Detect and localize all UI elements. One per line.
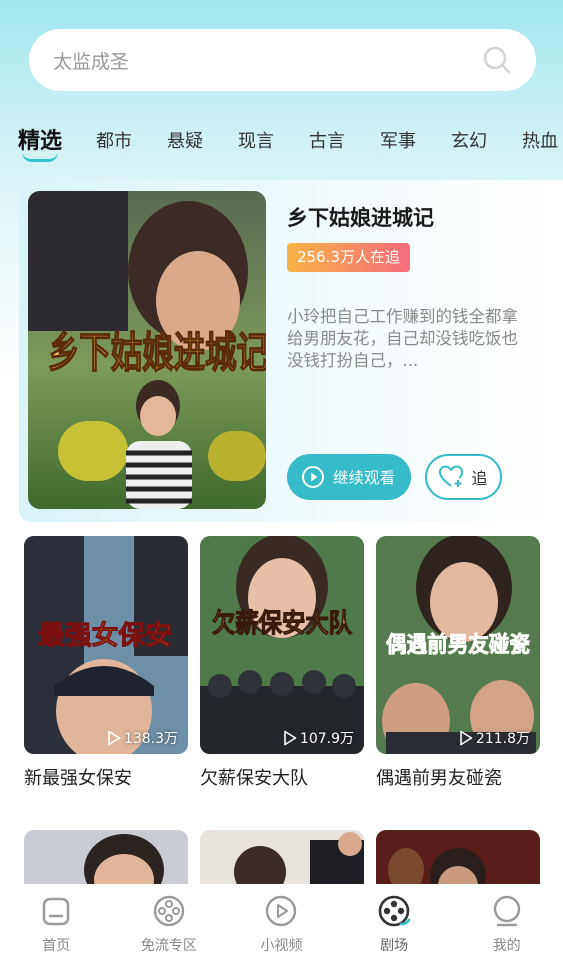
show-poster-image <box>200 830 364 884</box>
show-poster-image <box>376 830 540 884</box>
tab-jingxuan[interactable]: 精选 <box>18 120 62 162</box>
show-poster[interactable] <box>376 830 540 884</box>
show-poster-image: 最强女保安 <box>24 536 188 754</box>
nav-theater[interactable]: 剧场 <box>338 894 450 955</box>
show-poster-text: 欠薪保安大队 <box>212 608 353 638</box>
follow-button[interactable]: 追 <box>425 454 502 500</box>
show-card[interactable] <box>24 830 188 884</box>
bottom-nav: 首页 免流专区 小视频 剧场 我的 <box>0 884 563 968</box>
show-poster-text: 偶遇前男友碰瓷 <box>386 632 530 657</box>
play-count-icon <box>460 730 473 746</box>
tab-xianyan[interactable]: 现言 <box>238 120 274 153</box>
profile-icon <box>493 895 520 927</box>
featured-poster[interactable]: 乡下姑娘进城记 <box>28 191 266 509</box>
play-icon <box>302 466 324 488</box>
film-reel-icon <box>153 895 185 927</box>
featured-poster-image: 乡下姑娘进城记 <box>28 191 266 509</box>
theater-icon <box>378 895 411 927</box>
show-poster-image: 偶遇前男友碰瓷 <box>376 536 540 754</box>
nav-home[interactable]: 首页 <box>0 894 112 955</box>
featured-description: 小玲把自己工作赚到的钱全都拿给男朋友花，自己却没钱吃饭也没钱打扮自己，... <box>287 307 518 370</box>
category-tabs: 精选 都市 悬疑 现言 古言 军事 玄幻 热血 <box>0 120 563 170</box>
home-icon <box>43 897 70 926</box>
continue-watching-button[interactable]: 继续观看 <box>287 454 411 500</box>
nav-free-zone[interactable]: 免流专区 <box>113 894 225 955</box>
search-icon[interactable] <box>482 45 512 75</box>
tab-xuanyi[interactable]: 悬疑 <box>167 120 203 153</box>
active-tab-indicator <box>22 152 58 162</box>
show-poster[interactable] <box>200 830 364 884</box>
nav-short-video[interactable]: 小视频 <box>225 894 337 955</box>
view-count: 138.3万 <box>107 728 178 748</box>
show-poster[interactable] <box>24 830 188 884</box>
tab-junshi[interactable]: 军事 <box>380 120 416 153</box>
show-card[interactable] <box>376 830 540 884</box>
featured-poster-title: 乡下姑娘进城记 <box>48 329 266 376</box>
nav-profile[interactable]: 我的 <box>451 894 563 955</box>
show-title[interactable]: 偶遇前男友碰瓷 <box>376 764 540 790</box>
show-poster-text: 最强女保安 <box>38 620 172 650</box>
tab-dushi[interactable]: 都市 <box>96 120 132 153</box>
show-poster[interactable]: 欠薪保安大队 107.9万 <box>200 536 364 754</box>
show-title[interactable]: 欠薪保安大队 <box>200 764 364 790</box>
view-count: 107.9万 <box>283 728 354 748</box>
continue-watching-label: 继续观看 <box>333 469 396 487</box>
show-poster[interactable]: 偶遇前男友碰瓷 211.8万 <box>376 536 540 754</box>
show-poster-image <box>24 830 188 884</box>
show-poster[interactable]: 最强女保安 138.3万 <box>24 536 188 754</box>
view-count: 211.8万 <box>459 728 530 748</box>
show-card[interactable]: 最强女保安 138.3万 新最强女保安 <box>24 536 188 790</box>
tab-guyan[interactable]: 古言 <box>309 120 345 153</box>
show-poster-image: 欠薪保安大队 <box>200 536 364 754</box>
follow-label: 追 <box>471 469 488 488</box>
play-count-icon <box>108 730 121 746</box>
featured-title[interactable]: 乡下姑娘进城记 <box>287 202 434 232</box>
show-card[interactable]: 欠薪保安大队 107.9万 欠薪保安大队 <box>200 536 364 790</box>
tab-xuanhuan[interactable]: 玄幻 <box>451 120 487 153</box>
followers-badge: 256.3万人在追 <box>287 243 410 272</box>
tab-rexue[interactable]: 热血 <box>522 120 558 153</box>
featured-card[interactable]: 乡下姑娘进城记 乡下姑娘进城记 256.3万人在追 小玲把自己工作赚到的钱全都拿… <box>19 180 563 522</box>
show-card[interactable] <box>200 830 364 884</box>
play-circle-icon <box>266 895 297 927</box>
play-count-icon <box>284 730 297 746</box>
show-card[interactable]: 偶遇前男友碰瓷 211.8万 偶遇前男友碰瓷 <box>376 536 540 790</box>
heart-plus-icon <box>439 465 464 487</box>
search-input[interactable]: 太监成圣 <box>53 47 482 74</box>
show-title[interactable]: 新最强女保安 <box>24 764 188 790</box>
search-bar[interactable]: 太监成圣 <box>29 29 536 91</box>
